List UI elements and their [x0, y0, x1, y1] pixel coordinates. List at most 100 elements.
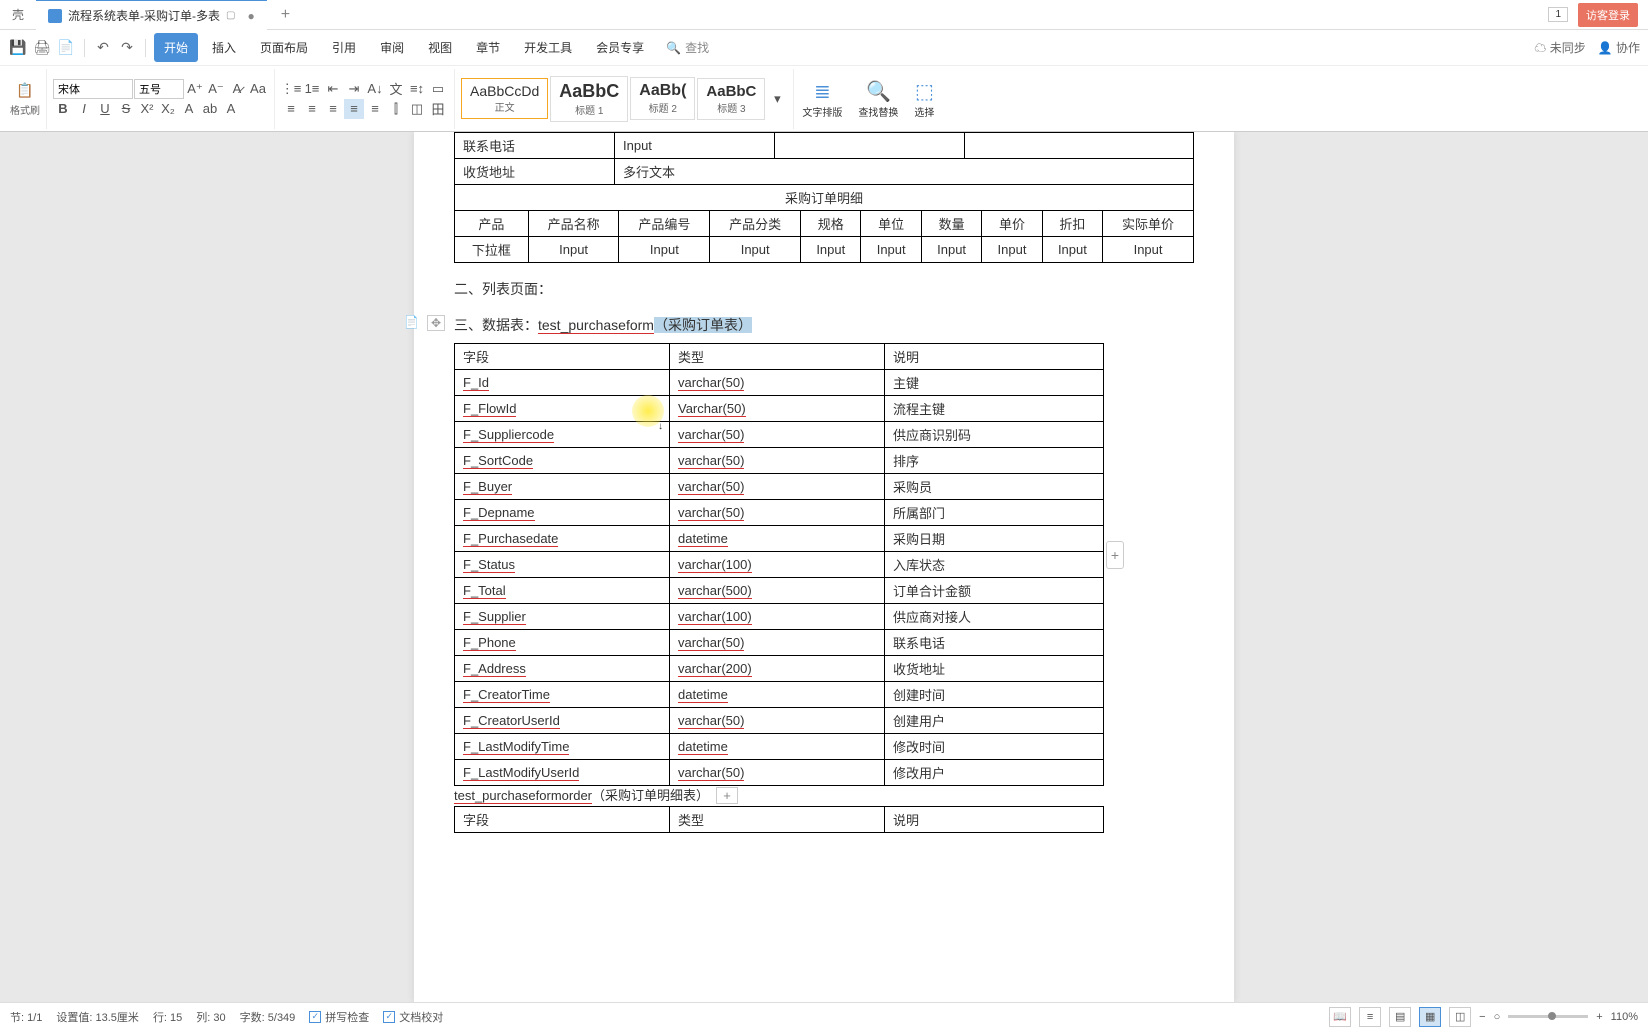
align-center-button[interactable]: ≡ [302, 99, 322, 119]
view-outline-button[interactable]: ≡ [1359, 1007, 1381, 1027]
table-cell[interactable]: Input [801, 237, 861, 263]
font-grow-icon[interactable]: A⁺ [185, 79, 205, 99]
text-direction-button[interactable]: 文 [386, 79, 406, 99]
table-cell[interactable]: F_CreatorTime [455, 682, 670, 708]
table-cell[interactable]: varchar(50) [670, 500, 885, 526]
save-icon[interactable]: 💾 [8, 38, 28, 58]
highlight-button[interactable]: ab [200, 99, 220, 119]
font-shrink-icon[interactable]: A⁻ [206, 79, 226, 99]
table-cell[interactable]: varchar(50) [670, 760, 885, 786]
add-column-button[interactable]: + [1106, 541, 1124, 569]
table-cell[interactable]: F_Status [455, 552, 670, 578]
document-area[interactable]: 联系电话 Input 收货地址 多行文本 采购订单明细 产品产品名称产品编号产品… [0, 132, 1648, 1002]
ribbon-tab-member[interactable]: 会员专享 [586, 33, 654, 62]
style-h2[interactable]: AaBb( 标题 2 [630, 77, 695, 120]
text-layout-button[interactable]: ≣ 文字排版 [794, 75, 850, 123]
distribute-button[interactable]: ≡ [365, 99, 385, 119]
table-cell[interactable]: varchar(500) [670, 578, 885, 604]
font-size-select[interactable] [134, 79, 184, 99]
sb-row[interactable]: 行: 15 [153, 1009, 182, 1025]
ribbon-tab-start[interactable]: 开始 [154, 33, 198, 62]
table-cell[interactable]: 采购日期 [885, 526, 1104, 552]
style-normal[interactable]: AaBbCcDd 正文 [461, 78, 548, 119]
table-cell[interactable]: 创建用户 [885, 708, 1104, 734]
view-read-button[interactable]: 📖 [1329, 1007, 1351, 1027]
table-cell[interactable]: F_Supplier [455, 604, 670, 630]
superscript-button[interactable]: X² [137, 99, 157, 119]
zoom-in-button[interactable]: + [1596, 1011, 1602, 1023]
table-cell[interactable]: Input [710, 237, 801, 263]
table-cell[interactable]: F_SortCode [455, 448, 670, 474]
table-cell[interactable]: F_Buyer [455, 474, 670, 500]
zoom-value[interactable]: 110% [1611, 1011, 1638, 1023]
sync-status[interactable]: ☁ 未同步 [1534, 39, 1585, 56]
align-justify-button[interactable]: ≡ [344, 99, 364, 119]
styles-more-button[interactable]: ▾ [767, 89, 787, 109]
table-cell[interactable]: F_LastModifyUserId [455, 760, 670, 786]
table-cell[interactable]: 收货地址 [885, 656, 1104, 682]
outdent-button[interactable]: ⇤ [323, 79, 343, 99]
view-print-button[interactable]: ▦ [1419, 1007, 1441, 1027]
ribbon-tab-insert[interactable]: 插入 [202, 33, 246, 62]
table-cell[interactable]: F_Id [455, 370, 670, 396]
table-cell[interactable]: datetime [670, 682, 885, 708]
format-painter-label[interactable]: 格式刷 [10, 102, 40, 117]
table-cell[interactable]: Input [1042, 237, 1102, 263]
table-cell[interactable]: varchar(50) [670, 630, 885, 656]
zoom-out-button[interactable]: − [1479, 1011, 1485, 1023]
document-page[interactable]: 联系电话 Input 收货地址 多行文本 采购订单明细 产品产品名称产品编号产品… [414, 132, 1234, 1002]
sub-db-table[interactable]: 字段类型说明 [454, 806, 1104, 833]
table-cell[interactable]: varchar(200) [670, 656, 885, 682]
underline-button[interactable]: U [95, 99, 115, 119]
table-cell[interactable]: F_Total [455, 578, 670, 604]
table-cell[interactable]: 所属部门 [885, 500, 1104, 526]
table-cell[interactable]: 流程主键 [885, 396, 1104, 422]
table-cell[interactable]: F_Address [455, 656, 670, 682]
align-right-button[interactable]: ≡ [323, 99, 343, 119]
view-web-button[interactable]: ▤ [1389, 1007, 1411, 1027]
align-left-button[interactable]: ≡ [281, 99, 301, 119]
table-cell[interactable]: 下拉框 [455, 237, 529, 263]
detail-table[interactable]: 产品产品名称产品编号产品分类规格单位数量单价折扣实际单价 下拉框InputInp… [454, 210, 1194, 263]
sb-col[interactable]: 列: 30 [196, 1009, 225, 1025]
form-table[interactable]: 联系电话 Input 收货地址 多行文本 采购订单明细 [454, 132, 1194, 211]
table-cell[interactable]: 修改用户 [885, 760, 1104, 786]
tab-document[interactable]: 流程系统表单-采购订单-多表 ▢ ● [36, 0, 267, 30]
table-cell[interactable]: varchar(50) [670, 370, 885, 396]
table-cell[interactable]: 排序 [885, 448, 1104, 474]
table-cell[interactable]: 主键 [885, 370, 1104, 396]
table-cell[interactable]: F_Phone [455, 630, 670, 656]
search-box[interactable]: 🔍 查找 [666, 39, 709, 56]
table-cell[interactable]: Input [619, 237, 710, 263]
table-cell[interactable]: 采购员 [885, 474, 1104, 500]
italic-button[interactable]: I [74, 99, 94, 119]
fill-color-button[interactable]: ▭ [428, 79, 448, 99]
find-replace-button[interactable]: 🔍 查找替换 [850, 75, 906, 123]
table-cell[interactable]: 修改时间 [885, 734, 1104, 760]
ribbon-tab-layout[interactable]: 页面布局 [250, 33, 318, 62]
table-cell[interactable]: Input [982, 237, 1042, 263]
page-indicator[interactable]: 1 [1548, 7, 1568, 22]
table-cell[interactable]: varchar(50) [670, 422, 885, 448]
border-button[interactable]: 田 [428, 99, 448, 119]
table-cell[interactable]: 联系电话 [885, 630, 1104, 656]
table-cell[interactable]: 创建时间 [885, 682, 1104, 708]
sb-words[interactable]: 字数: 5/349 [240, 1009, 296, 1025]
style-h1[interactable]: AaBbC 标题 1 [550, 76, 628, 122]
redo-icon[interactable]: ↷ [117, 38, 137, 58]
spacing-button[interactable]: ⫿ [386, 99, 406, 119]
view-focus-button[interactable]: ◫ [1449, 1007, 1471, 1027]
indent-button[interactable]: ⇥ [344, 79, 364, 99]
table-cell[interactable]: varchar(100) [670, 604, 885, 630]
font-effect-button[interactable]: A [221, 99, 241, 119]
change-case-icon[interactable]: Aa [248, 79, 268, 99]
table-cell[interactable]: varchar(50) [670, 708, 885, 734]
subscript-button[interactable]: X₂ [158, 99, 178, 119]
ribbon-tab-reference[interactable]: 引用 [322, 33, 366, 62]
preview-icon[interactable]: 📄 [56, 38, 76, 58]
table-cell[interactable]: varchar(100) [670, 552, 885, 578]
sb-spellcheck[interactable]: ✓拼写检查 [309, 1009, 369, 1025]
shading-button[interactable]: ◫ [407, 99, 427, 119]
table-cell[interactable]: Input [1103, 237, 1194, 263]
table-cell[interactable]: 供应商识别码 [885, 422, 1104, 448]
